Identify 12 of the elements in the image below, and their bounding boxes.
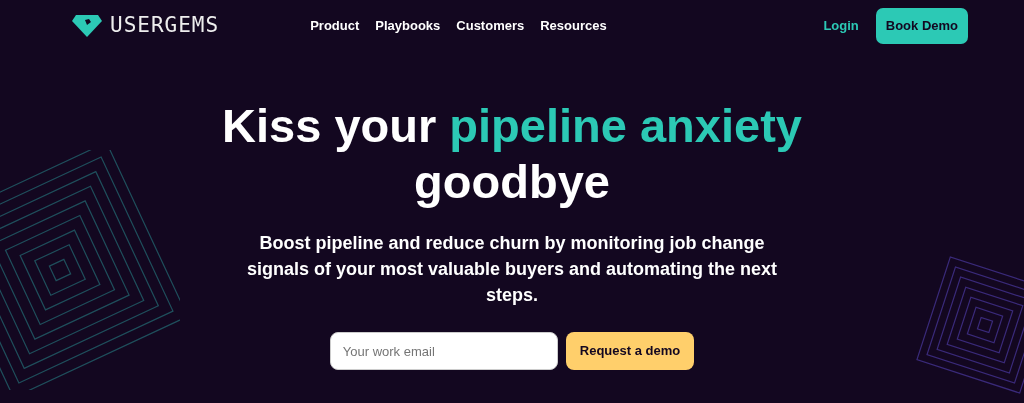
nav-link[interactable]: Customers: [456, 16, 525, 36]
hero-subtitle: Boost pipeline and reduce churn by monitoring job change signals of your most valuable buyers and automating the next steps.: [245, 232, 779, 307]
request-demo-button[interactable]: Request a demo: [565, 332, 695, 370]
headline: Kiss your pipeline anxiety goodbye: [221, 98, 803, 210]
nav-link[interactable]: Playbooks: [375, 16, 441, 36]
nav-link[interactable]: Resources: [540, 16, 607, 36]
nav-link[interactable]: Product: [310, 16, 360, 36]
gem-logo-icon: [72, 15, 102, 37]
email-field[interactable]: Your work email: [329, 332, 558, 370]
book-demo-button[interactable]: Book Demo: [875, 8, 968, 44]
login-link[interactable]: Login: [823, 16, 859, 36]
brand-name: USERGEMS: [110, 12, 220, 40]
